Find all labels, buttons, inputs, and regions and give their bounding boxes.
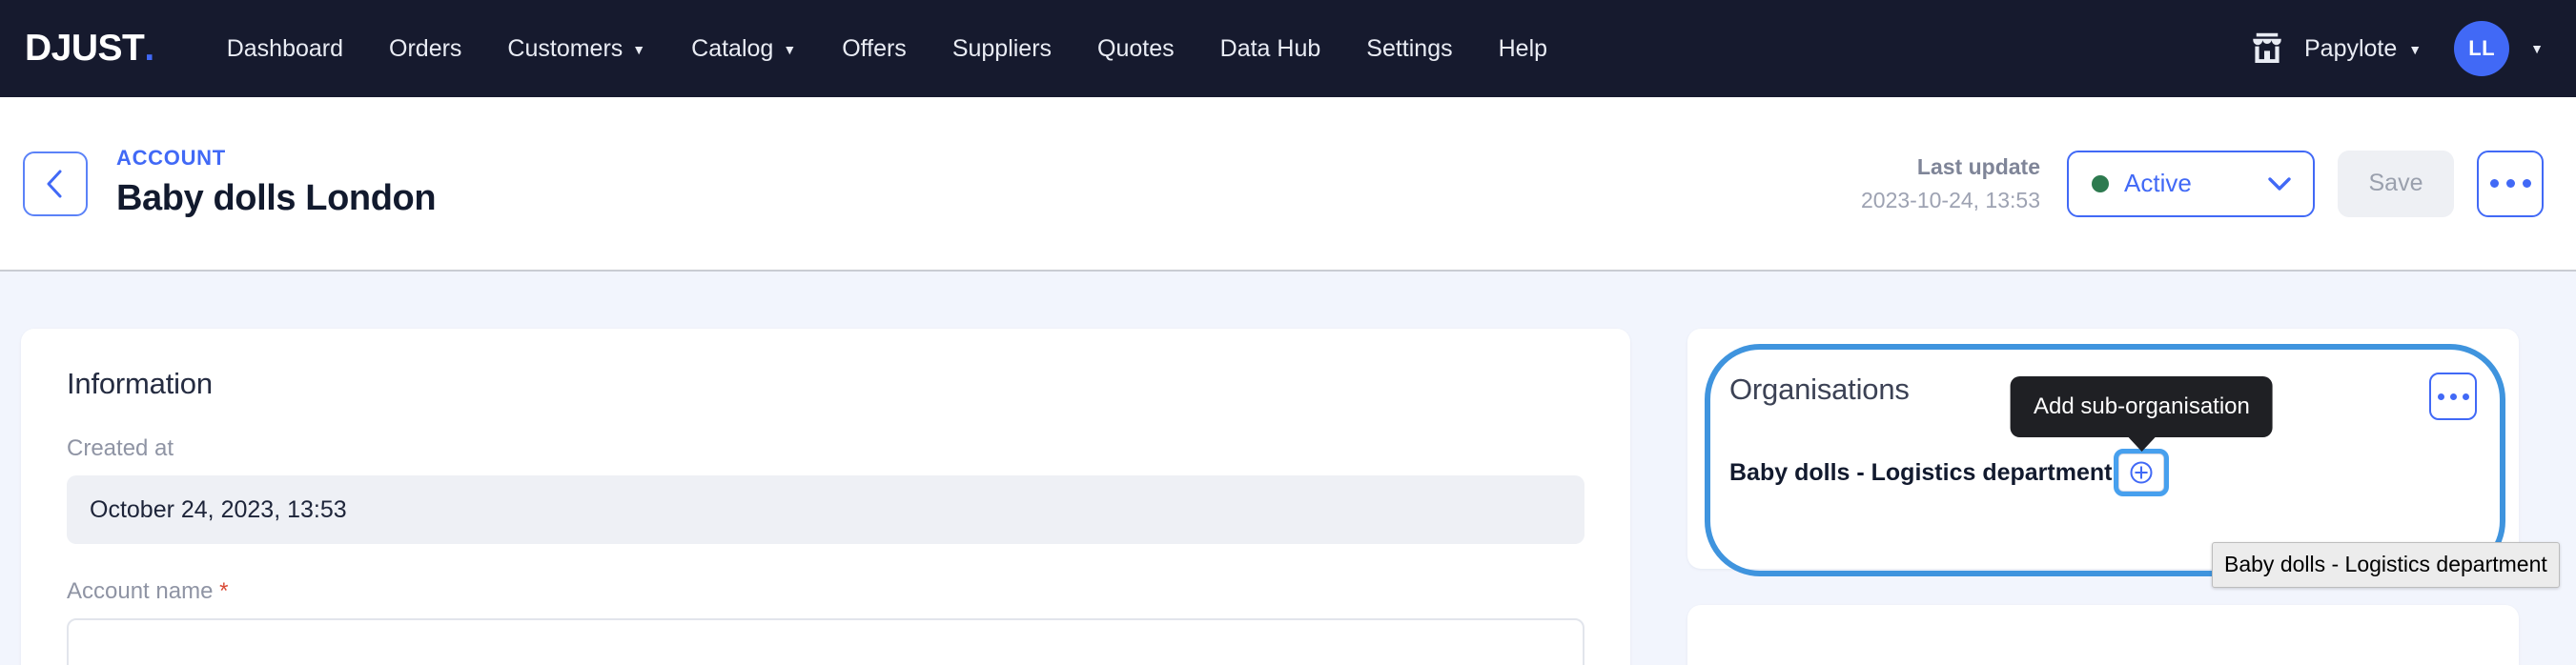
ellipsis-dot <box>2505 179 2515 188</box>
add-sub-organisation-tooltip: Add sub-organisation <box>2011 376 2273 437</box>
storefront-icon <box>2253 32 2281 63</box>
organisation-switcher[interactable]: Papylote ▼ <box>2304 35 2422 63</box>
organisation-list-item: Baby dolls - Logistics department Add su… <box>1729 376 2477 496</box>
plus-circle-icon <box>2130 461 2153 484</box>
breadcrumb-eyebrow: ACCOUNT <box>116 146 226 171</box>
nav-item-offers[interactable]: Offers <box>819 28 930 71</box>
nav-item-label: Data Hub <box>1219 34 1321 62</box>
nav-item-catalog[interactable]: Catalog ▼ <box>668 28 819 71</box>
nav-item-label: Quotes <box>1097 34 1175 62</box>
status-label: Active <box>2124 169 2192 197</box>
top-navigation-bar: DJUST. Dashboard Orders Customers ▼ Cata… <box>0 0 2576 97</box>
add-sub-organisation-wrapper: Add sub-organisation <box>2011 376 2273 496</box>
status-dot-icon <box>2092 174 2109 192</box>
ellipsis-dot <box>2522 179 2531 188</box>
nav-item-label: Orders <box>389 34 462 62</box>
account-name-label: Account name * <box>67 578 1584 605</box>
status-dropdown[interactable]: Active <box>2067 150 2315 217</box>
native-title-tooltip: Baby dolls - Logistics department <box>2212 542 2560 588</box>
chevron-down-icon: ▼ <box>632 42 646 57</box>
ellipsis-dot <box>2437 393 2444 400</box>
save-button[interactable]: Save <box>2338 150 2454 217</box>
nav-item-label: Suppliers <box>951 34 1053 62</box>
ellipsis-dot <box>2449 393 2457 400</box>
nav-item-help[interactable]: Help <box>1476 28 1570 71</box>
created-at-label: Created at <box>67 435 174 461</box>
right-column: Organisations Baby dolls - Logistics dep… <box>1687 329 2519 665</box>
main-nav-items: Dashboard Orders Customers ▼ Catalog ▼ O… <box>204 28 1570 71</box>
left-column: Information Created at October 24, 2023,… <box>21 329 1630 665</box>
page-content: Information Created at October 24, 2023,… <box>0 272 2576 665</box>
organisation-name: Papylote <box>2303 34 2398 62</box>
avatar[interactable]: LL <box>2454 21 2510 76</box>
information-card: Information Created at October 24, 2023,… <box>21 329 1630 665</box>
page-header-actions: Last update 2023-10-24, 13:53 Active Sav… <box>1861 150 2544 217</box>
organisation-name[interactable]: Baby dolls - Logistics department <box>1729 459 2112 487</box>
information-card-title: Information <box>67 367 213 400</box>
secondary-card <box>1687 605 2519 665</box>
last-update-label: Last update <box>1916 154 2040 179</box>
nav-item-dashboard[interactable]: Dashboard <box>204 28 366 71</box>
organisations-more-actions-button[interactable] <box>2429 373 2477 420</box>
nav-item-quotes[interactable]: Quotes <box>1074 28 1197 71</box>
last-update-value: 2023-10-24, 13:53 <box>1861 187 2040 212</box>
created-at-field: Created at October 24, 2023, 13:53 <box>67 435 1584 544</box>
chevron-down-icon[interactable]: ▼ <box>2530 41 2544 56</box>
page-more-actions-button[interactable] <box>2477 150 2544 217</box>
chevron-down-icon <box>2268 176 2291 191</box>
page-title: Baby dolls London <box>116 178 437 219</box>
chevron-left-icon <box>47 170 62 197</box>
nav-item-label: Customers <box>507 34 624 62</box>
logo-dot: . <box>144 28 154 69</box>
djust-logo[interactable]: DJUST. <box>25 28 154 70</box>
page-header: ACCOUNT Baby dolls London Last update 20… <box>0 97 2576 272</box>
nav-item-label: Help <box>1498 34 1548 62</box>
created-at-value: October 24, 2023, 13:53 <box>67 475 1584 544</box>
nav-right-cluster: Papylote ▼ LL ▼ <box>2249 21 2544 76</box>
nav-item-suppliers[interactable]: Suppliers <box>930 28 1074 71</box>
chevron-down-icon: ▼ <box>2408 42 2423 57</box>
organisations-card-title: Organisations <box>1729 373 1910 406</box>
ellipsis-dot <box>2489 179 2499 188</box>
nav-item-label: Offers <box>842 34 907 62</box>
nav-item-data-hub[interactable]: Data Hub <box>1197 28 1344 71</box>
nav-item-label: Catalog <box>691 34 774 62</box>
organisations-card: Organisations Baby dolls - Logistics dep… <box>1687 329 2519 576</box>
account-name-label-text: Account name <box>67 578 214 604</box>
account-name-field: Account name * <box>67 578 1584 665</box>
nav-item-orders[interactable]: Orders <box>366 28 484 71</box>
logo-text: DJUST <box>25 28 145 69</box>
add-sub-organisation-button[interactable] <box>2114 449 2170 496</box>
page-title-block: ACCOUNT Baby dolls London <box>116 146 437 220</box>
account-name-input[interactable] <box>67 618 1584 665</box>
nav-item-label: Dashboard <box>226 34 344 62</box>
nav-item-label: Settings <box>1366 34 1453 62</box>
back-button[interactable] <box>23 151 88 216</box>
avatar-initials: LL <box>2468 36 2496 60</box>
nav-item-settings[interactable]: Settings <box>1343 28 1475 71</box>
nav-item-customers[interactable]: Customers ▼ <box>484 28 668 71</box>
required-asterisk: * <box>219 578 229 604</box>
last-update-block: Last update 2023-10-24, 13:53 <box>1861 151 2040 216</box>
chevron-down-icon: ▼ <box>783 42 797 57</box>
ellipsis-dot <box>2462 393 2469 400</box>
